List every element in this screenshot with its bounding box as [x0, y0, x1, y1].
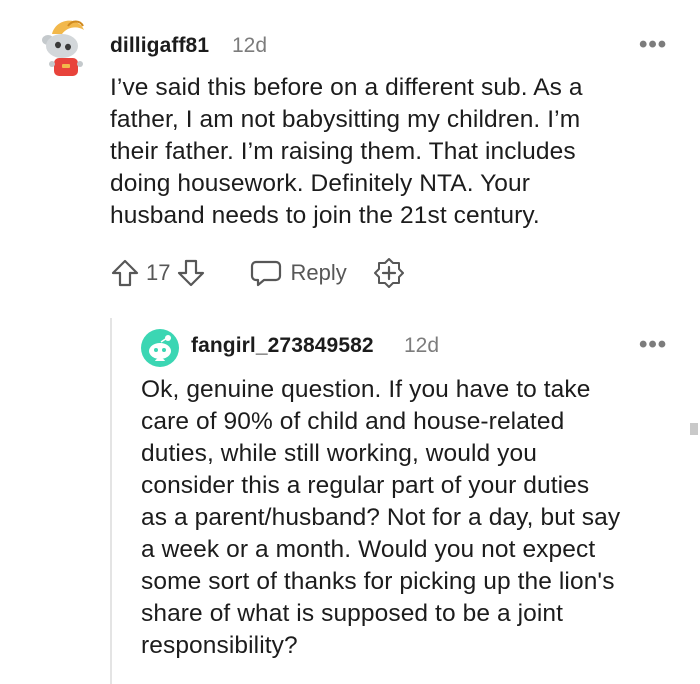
- comment-line: their father. I’m raising them. That inc…: [110, 138, 576, 165]
- comment-age: 12d: [232, 34, 268, 57]
- reply-button[interactable]: Reply: [250, 258, 347, 288]
- avatar[interactable]: [38, 12, 104, 78]
- upvote-button[interactable]: [110, 258, 140, 288]
- award-plus-icon: [373, 258, 404, 288]
- comment-line: responsibility?: [141, 632, 298, 659]
- comment-line: doing housework. Definitely NTA. Your: [110, 170, 530, 197]
- comment-line: care of 90% of child and house-related: [141, 408, 565, 435]
- comment-line: I’ve said this before on a different sub…: [110, 74, 583, 101]
- comment-line: a week or a month. Would you not expect: [141, 536, 596, 563]
- comment-line: some sort of thanks for picking up the l…: [141, 568, 615, 595]
- comment-actions: 17 Reply: [110, 256, 405, 290]
- comment-line: Ok, genuine question. If you have to tak…: [141, 376, 591, 403]
- comment-age: 12d: [404, 334, 440, 357]
- award-button[interactable]: [373, 257, 405, 289]
- scrollbar-thumb[interactable]: [690, 423, 698, 435]
- comment-line: consider this a regular part of your dut…: [141, 472, 590, 499]
- downvote-button[interactable]: [176, 258, 206, 288]
- thread-line[interactable]: [110, 318, 112, 684]
- comment-line: father, I am not babysitting my children…: [110, 106, 581, 133]
- default-snoo-avatar-icon: [141, 329, 179, 367]
- avatar[interactable]: [141, 329, 179, 367]
- upvote-arrow-icon: [111, 259, 139, 287]
- comment-line: duties, while still working, would you: [141, 440, 537, 467]
- username[interactable]: fangirl_273849582: [191, 334, 374, 358]
- comment-body: I’ve said this before on a different sub…: [110, 72, 670, 232]
- speech-bubble-icon: [251, 260, 282, 287]
- snoo-avatar-icon: [42, 20, 84, 76]
- comment-line: as a parent/husband? Not for a day, but …: [141, 504, 621, 531]
- comment-body: Ok, genuine question. If you have to tak…: [141, 374, 686, 662]
- reply-label: Reply: [290, 260, 347, 285]
- username[interactable]: dilligaff81: [110, 34, 209, 58]
- downvote-arrow-icon: [178, 259, 205, 287]
- comment-line: share of what is supposed to be a joint: [141, 600, 564, 627]
- more-options-icon[interactable]: •••: [639, 33, 667, 57]
- more-options-icon[interactable]: •••: [639, 333, 667, 357]
- comment-line: husband needs to join the 21st century.: [110, 202, 540, 229]
- vote-count: 17: [146, 260, 171, 285]
